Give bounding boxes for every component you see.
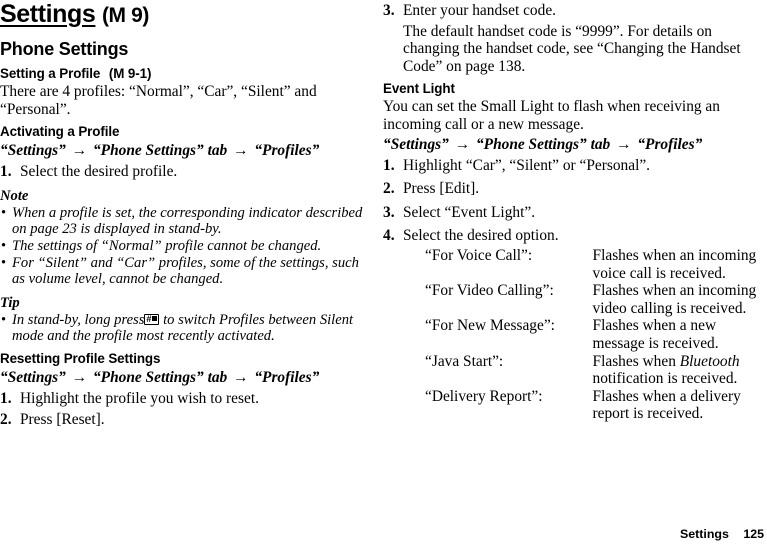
step-text: Enter your handset code.	[403, 2, 556, 19]
list-item: In stand-by, long press# to switch Profi…	[0, 312, 372, 345]
step-number: 1.	[383, 156, 395, 174]
list-item: 3. Enter your handset code.	[383, 2, 767, 20]
option-desc-pre: Flashes when	[592, 352, 680, 370]
path-segment-2: “Phone Settings” tab	[92, 368, 228, 386]
chapter-menu-ref: (M 9)	[101, 4, 149, 27]
path-segment-3: “Profiles”	[254, 368, 320, 386]
navigation-path-event-light: “Settings” → “Phone Settings” tab → “Pro…	[383, 136, 767, 154]
step-text: Highlight the profile you wish to reset.	[20, 389, 259, 407]
option-term: “Java Start”:	[425, 352, 504, 370]
step-number: 4.	[383, 227, 395, 245]
step-number: 1.	[0, 389, 12, 407]
tip-heading: Tip	[0, 294, 20, 311]
navigation-path-resetting: “Settings” → “Phone Settings” tab → “Pro…	[0, 369, 372, 387]
note-heading: Note	[0, 187, 29, 204]
option-description: Flashes when an incoming voice call is r…	[592, 246, 757, 282]
path-segment-2: “Phone Settings” tab	[92, 142, 228, 160]
option-desc-post: notification is received.	[592, 370, 738, 388]
path-segment-3: “Profiles”	[637, 135, 703, 153]
subsection-heading-resetting-profile-settings: Resetting Profile Settings	[0, 350, 161, 366]
manual-page: Settings (M 9) Phone Settings Setting a …	[0, 0, 767, 552]
table-row: “For Voice Call”: Flashes when an incomi…	[425, 247, 767, 282]
arrow-right-icon: →	[233, 368, 249, 386]
list-item: 4. Select the desired option.	[383, 227, 767, 245]
note-list: When a profile is set, the corresponding…	[0, 205, 372, 288]
hash-key-label: #	[146, 313, 152, 324]
path-segment-1: “Settings”	[0, 368, 66, 386]
option-term: “For Voice Call”:	[425, 246, 533, 264]
chapter-title-text: Settings	[0, 0, 96, 28]
arrow-right-icon: →	[71, 142, 88, 160]
option-desc-emphasis: Bluetooth	[679, 352, 740, 370]
option-term: “For New Message”:	[425, 317, 555, 335]
hash-key-indicator	[152, 315, 158, 321]
setting-a-profile-heading-text: Setting a Profile	[0, 66, 101, 81]
list-item: 3. Select “Event Light”.	[383, 204, 767, 222]
step-number: 3.	[383, 2, 395, 19]
arrow-right-icon: →	[233, 142, 249, 160]
section-heading-phone-settings: Phone Settings	[0, 39, 129, 59]
subsection-heading-setting-a-profile: Setting a Profile (M 9-1)	[0, 66, 372, 82]
subsection-heading-event-light: Event Light	[383, 81, 455, 97]
step-detail-text: The default handset code is “9999”. For …	[403, 22, 741, 75]
option-term: “For Video Calling”:	[425, 282, 554, 300]
table-row: “Java Start”: Flashes when Bluetooth not…	[425, 353, 767, 388]
step-text: Highlight “Car”, “Silent” or “Personal”.	[403, 156, 651, 174]
tip-list: In stand-by, long press# to switch Profi…	[0, 312, 372, 345]
table-row: “Delivery Report”: Flashes when a delive…	[425, 388, 767, 423]
setting-a-profile-intro: There are 4 profiles: “Normal”, “Car”, “…	[0, 83, 317, 118]
right-column: 3. Enter your handset code. The default …	[383, 0, 767, 423]
step-number: 3.	[383, 203, 395, 221]
navigation-path-activating: “Settings” → “Phone Settings” tab → “Pro…	[0, 142, 372, 160]
path-segment-2: “Phone Settings” tab	[475, 135, 611, 153]
tip-text-before-key: In stand-by, long press	[12, 311, 145, 328]
option-description: Flashes when Bluetooth notification is r…	[593, 353, 767, 388]
table-row: “For New Message”: Flashes when a new me…	[425, 317, 767, 352]
subsection-heading-activating-a-profile: Activating a Profile	[0, 124, 120, 140]
hash-key-icon: #	[144, 313, 160, 325]
step-text: Press [Reset].	[20, 410, 105, 428]
step-number: 1.	[0, 163, 12, 181]
list-item: For “Silent” and “Car” profiles, some of…	[0, 255, 372, 288]
list-item: When a profile is set, the corresponding…	[0, 205, 372, 238]
step-text: Press [Edit].	[403, 180, 480, 198]
option-description: Flashes when an incoming video calling i…	[592, 282, 757, 317]
page-title: Settings (M 9)	[0, 0, 372, 30]
arrow-right-icon: →	[71, 368, 88, 386]
path-segment-1: “Settings”	[0, 142, 66, 160]
setting-a-profile-menu-ref: (M 9-1)	[108, 66, 152, 81]
step-number: 2.	[383, 180, 395, 198]
left-column: Settings (M 9) Phone Settings Setting a …	[0, 0, 372, 428]
step-number: 2.	[0, 410, 12, 428]
arrow-right-icon: →	[616, 135, 632, 153]
step-text: Select the desired profile.	[20, 163, 178, 181]
arrow-right-icon: →	[454, 135, 471, 153]
path-segment-1: “Settings”	[383, 135, 449, 153]
step-text: Select “Event Light”.	[403, 203, 536, 221]
footer-page-number: 125	[743, 527, 764, 541]
page-footer: Settings 125	[680, 527, 764, 541]
option-description: Flashes when a new message is received.	[592, 317, 719, 352]
list-item: 1. Highlight “Car”, “Silent” or “Persona…	[383, 157, 767, 175]
footer-section-label: Settings	[679, 527, 729, 541]
list-item: The settings of “Normal” profile cannot …	[0, 238, 372, 255]
list-item: 2. Press [Reset].	[0, 411, 372, 429]
path-segment-3: “Profiles”	[254, 142, 320, 160]
list-item: 1. Highlight the profile you wish to res…	[0, 390, 372, 408]
list-item: 2. Press [Edit].	[383, 180, 767, 198]
event-light-options-table: “For Voice Call”: Flashes when an incomi…	[425, 247, 767, 423]
option-term: “Delivery Report”:	[425, 387, 543, 405]
event-light-intro: You can set the Small Light to flash whe…	[383, 98, 720, 133]
option-description: Flashes when a delivery report is receiv…	[592, 387, 741, 423]
step-text: Select the desired option.	[403, 227, 559, 245]
list-item: 1. Select the desired profile.	[0, 163, 372, 181]
table-row: “For Video Calling”: Flashes when an inc…	[425, 282, 767, 317]
